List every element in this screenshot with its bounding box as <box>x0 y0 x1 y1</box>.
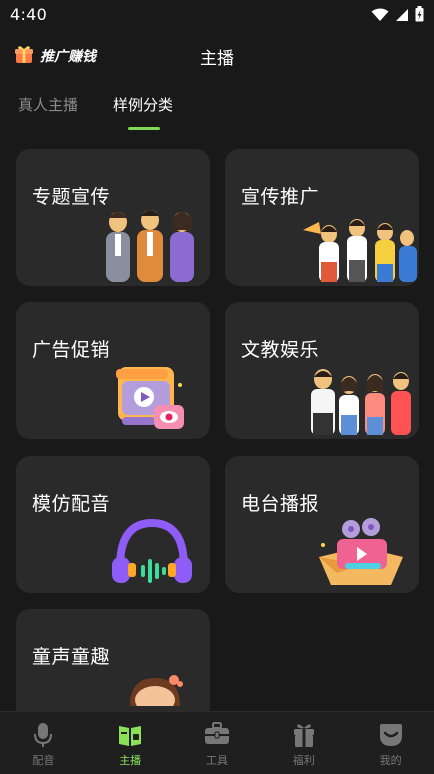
category-card-special-topic[interactable]: 专题宣传 <box>16 149 210 286</box>
school-kids-icon <box>303 365 419 439</box>
bottom-nav: 配音 主播 工具 福利 我的 <box>0 711 434 774</box>
status-bar: 4:40 <box>0 0 434 30</box>
card-title: 文教娱乐 <box>241 339 320 361</box>
category-card-promotion[interactable]: 宣传推广 <box>225 149 419 286</box>
headphones-icon <box>110 518 194 591</box>
card-title: 童声童趣 <box>32 646 111 668</box>
nav-label: 福利 <box>292 754 315 767</box>
nav-dubbing[interactable]: 配音 <box>0 712 87 774</box>
nav-anchor[interactable]: 主播 <box>87 712 174 774</box>
category-tabs: 真人主播 样例分类 <box>0 94 434 134</box>
nav-label: 配音 <box>32 754 55 767</box>
nav-label: 我的 <box>379 754 402 767</box>
category-card-advertising[interactable]: 广告促销 <box>16 302 210 439</box>
video-ad-icon <box>114 361 188 437</box>
business-team-icon <box>90 202 210 286</box>
nav-label: 主播 <box>119 754 142 767</box>
battery-icon <box>415 6 424 26</box>
tab-real-anchor[interactable]: 真人主播 <box>18 94 78 115</box>
card-title: 宣传推广 <box>241 186 320 208</box>
status-time: 4:40 <box>10 5 48 24</box>
cheering-group-icon <box>299 212 419 286</box>
signal-icon <box>395 7 409 26</box>
nav-benefits[interactable]: 福利 <box>260 712 347 774</box>
top-header: 推广赚钱 主播 <box>0 38 434 74</box>
film-reel-box-icon <box>311 517 411 591</box>
wifi-icon <box>371 7 389 26</box>
nav-tools[interactable]: 工具 <box>174 712 261 774</box>
child-icon <box>120 672 190 714</box>
page-title: 主播 <box>200 49 234 69</box>
nav-mine[interactable]: 我的 <box>347 712 434 774</box>
card-title: 电台播报 <box>241 493 320 515</box>
card-title: 广告促销 <box>32 339 111 361</box>
category-card-radio-broadcast[interactable]: 电台播报 <box>225 456 419 593</box>
category-card-education-entertainment[interactable]: 文教娱乐 <box>225 302 419 439</box>
nav-label: 工具 <box>205 754 228 767</box>
tab-sample-category[interactable]: 样例分类 <box>113 94 173 115</box>
tab-active-indicator <box>128 127 160 130</box>
card-title: 模仿配音 <box>32 493 111 515</box>
category-card-imitation-dubbing[interactable]: 模仿配音 <box>16 456 210 593</box>
